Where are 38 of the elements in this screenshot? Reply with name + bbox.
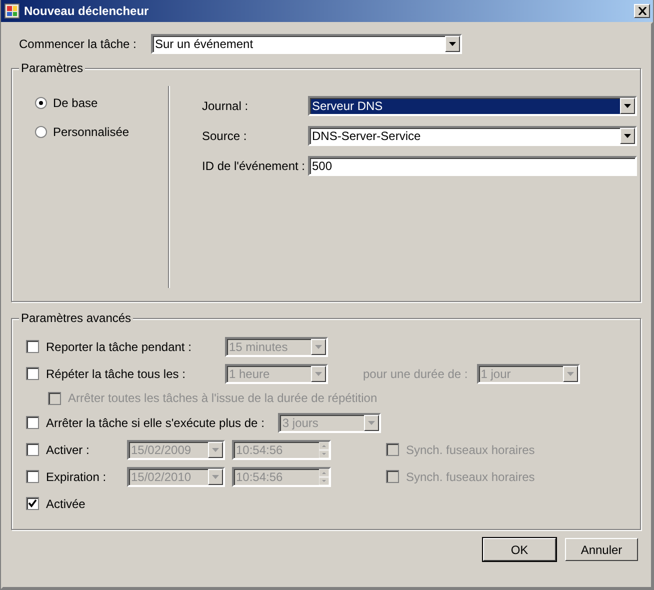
start-task-dropdown[interactable]: Sur un événement	[151, 34, 462, 54]
checkbox-label: Activer :	[46, 442, 90, 456]
input-field[interactable]: 500	[308, 156, 637, 176]
spinner-arrows-icon	[319, 468, 329, 484]
group-title: Paramètres	[19, 61, 86, 75]
checkbox[interactable]	[26, 497, 39, 510]
dropdown[interactable]: Serveur DNS	[308, 96, 637, 116]
radio-label: Personnalisée	[53, 125, 130, 139]
checkbox-label: Répéter la tâche tous les :	[46, 366, 186, 380]
checkbox-label: Expiration :	[46, 470, 108, 484]
radio-button[interactable]	[35, 97, 47, 109]
field-label: pour une durée de :	[363, 366, 468, 380]
radio-button[interactable]	[35, 126, 47, 138]
checkbox[interactable]	[26, 443, 39, 456]
checkbox[interactable]	[26, 340, 39, 353]
checkbox-label: Reporter la tâche pendant :	[46, 340, 192, 354]
checkbox-label: Synch. fuseaux horaires	[406, 442, 535, 456]
checkbox-label: Arrêter toutes les tâches à l'issue de la durée de répétition	[68, 391, 378, 405]
checkbox-label: Arrêter la tâche si elle s'exécute plus de :	[46, 416, 264, 430]
close-button[interactable]	[634, 4, 650, 18]
ok-button[interactable]: OK	[483, 538, 556, 561]
field-label: ID de l'événement :	[202, 159, 306, 173]
field-label: Journal :	[202, 99, 250, 113]
dropdown[interactable]: DNS-Server-Service	[308, 126, 637, 146]
window-icon	[4, 3, 20, 19]
cancel-button[interactable]: Annuler	[565, 538, 638, 561]
group-title: Paramètres avancés	[19, 311, 134, 325]
field-label: Commencer la tâche :	[19, 37, 138, 51]
radio-label: De base	[53, 96, 98, 110]
checkbox-label: Synch. fuseaux horaires	[406, 470, 535, 484]
field-label: Source :	[202, 129, 248, 143]
spinner-arrows-icon	[319, 442, 329, 458]
window-title: Nouveau déclencheur	[24, 4, 150, 18]
close-icon	[638, 7, 646, 15]
checkbox-label: Activée	[46, 496, 86, 510]
checkbox[interactable]	[26, 416, 39, 429]
checkbox[interactable]	[26, 470, 39, 483]
checkbox[interactable]	[26, 367, 39, 380]
